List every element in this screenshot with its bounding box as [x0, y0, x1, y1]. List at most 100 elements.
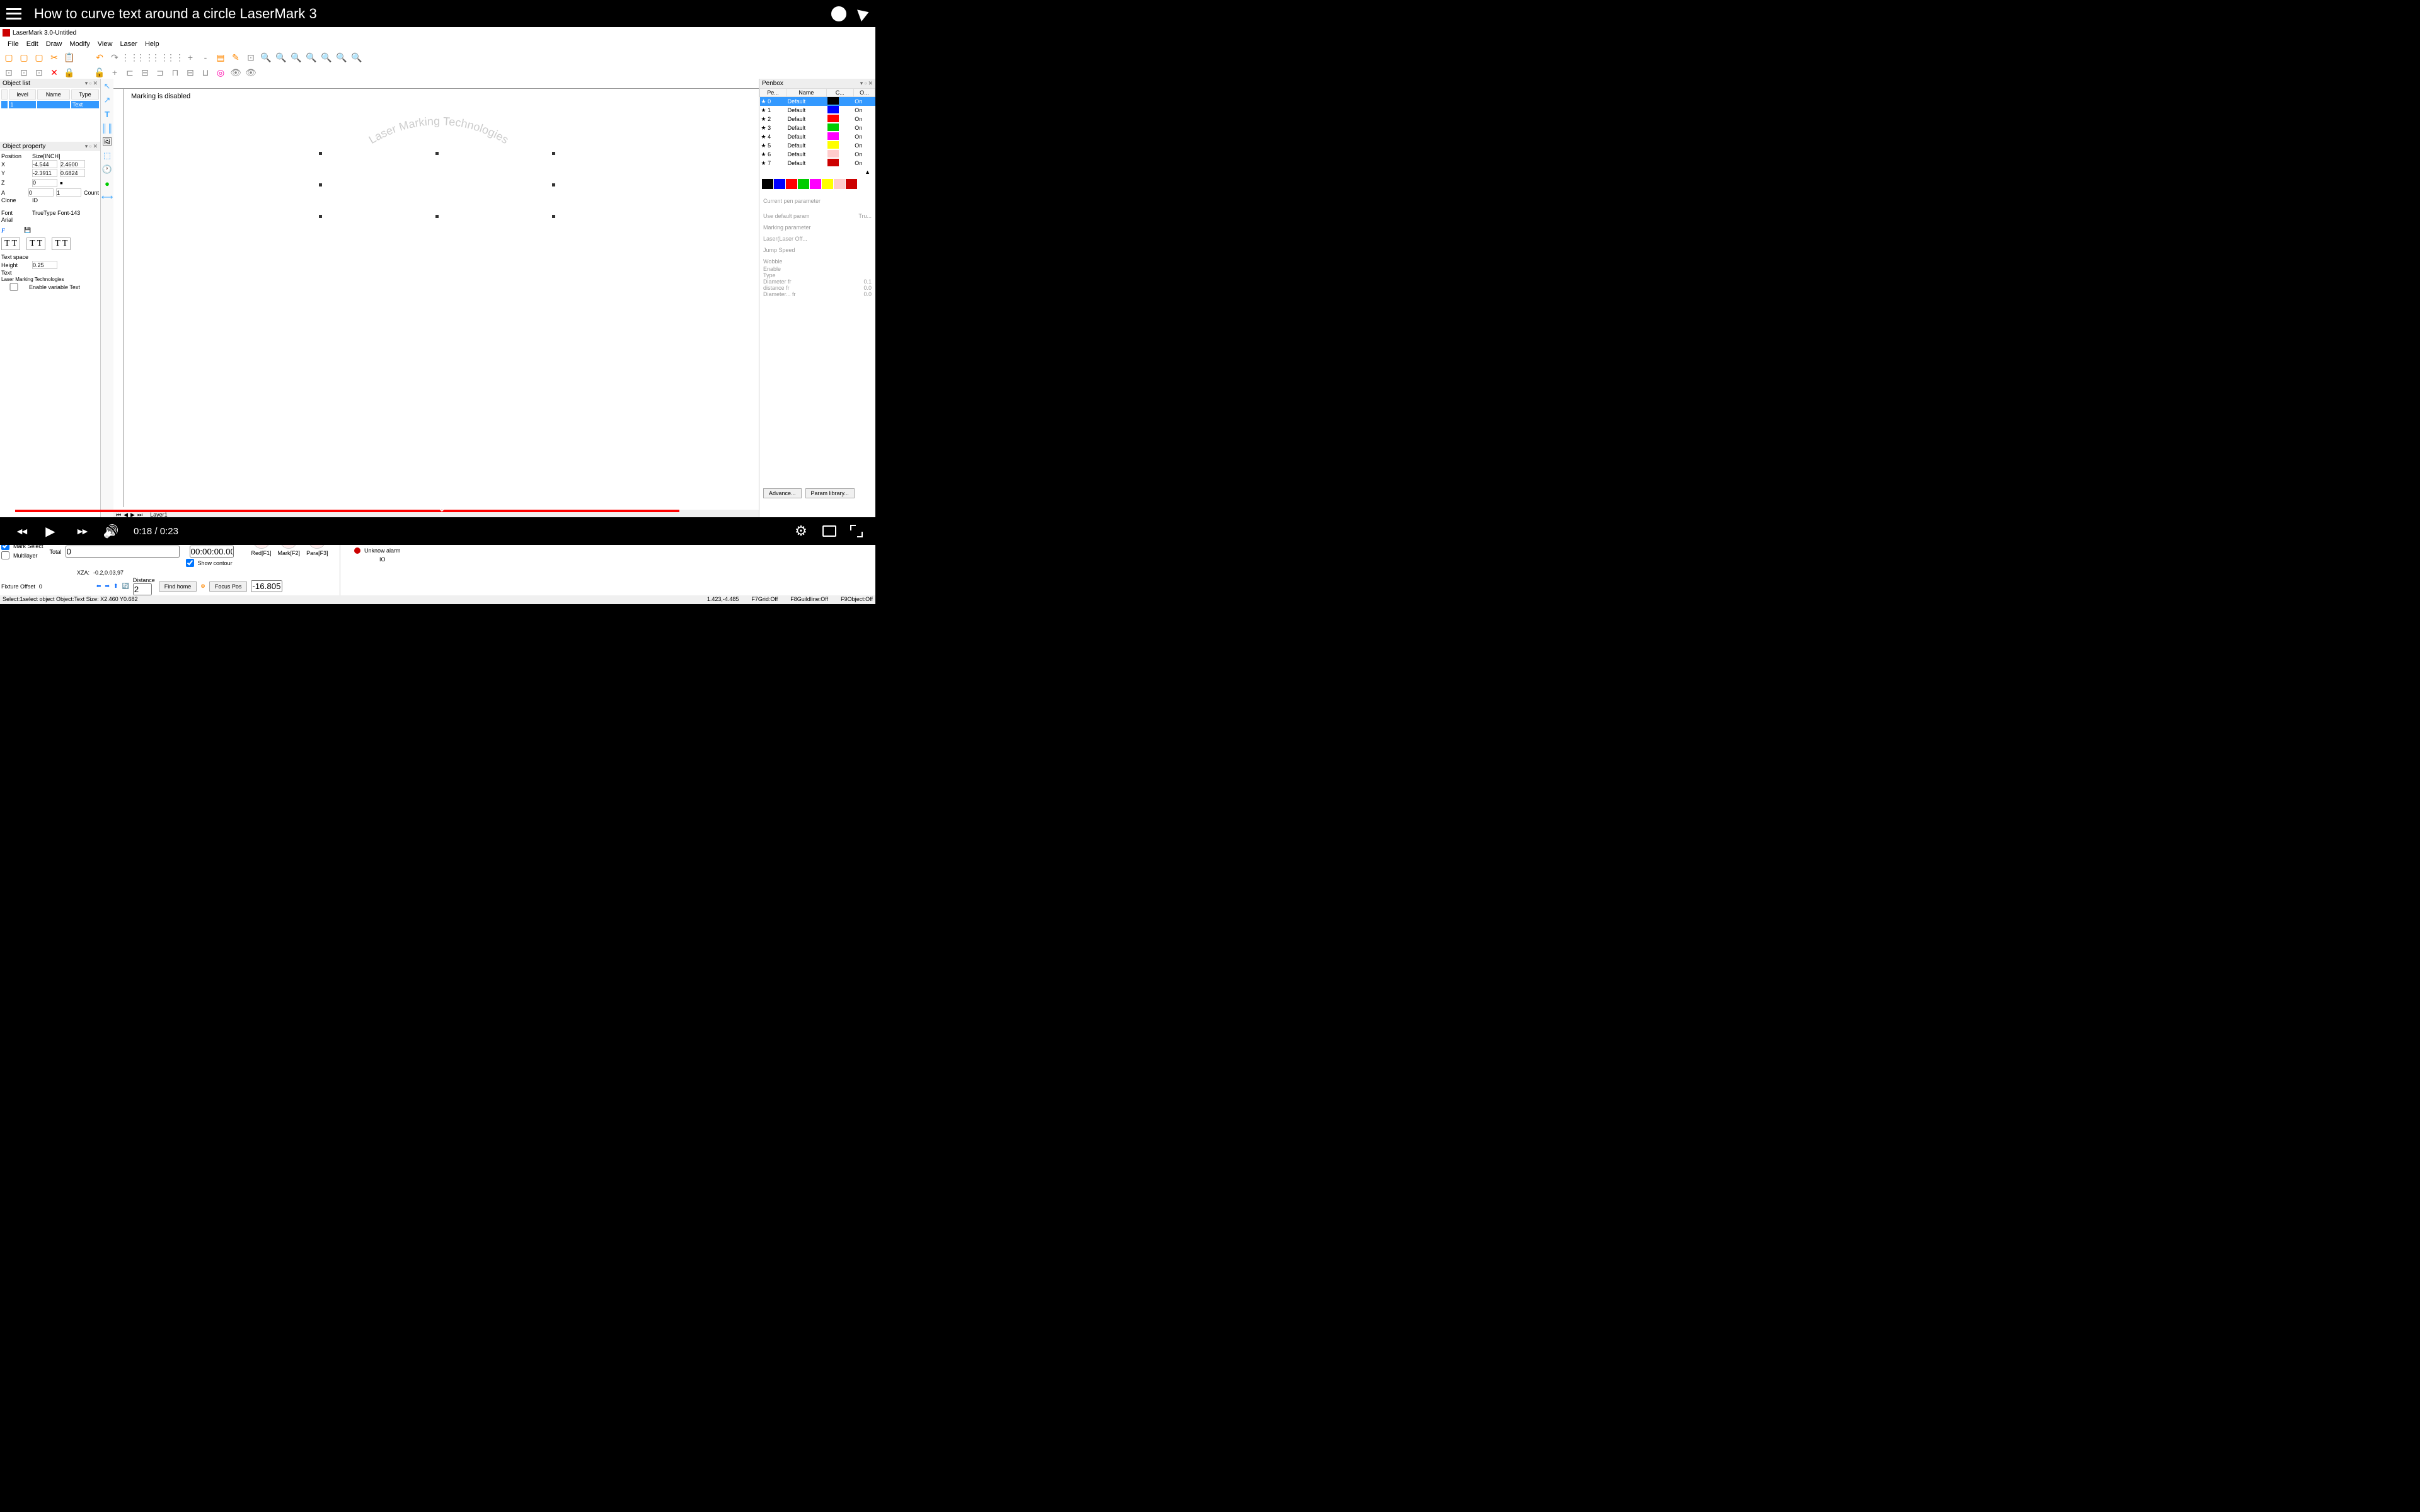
advance-button[interactable]: Advance...	[763, 488, 802, 498]
text-value[interactable]: Laser Marking Technologies	[1, 277, 64, 282]
zoom-fit-icon[interactable]: 🔍	[305, 51, 318, 64]
color-swatch[interactable]	[774, 179, 785, 189]
snap3-icon[interactable]: ⊡	[33, 66, 45, 79]
node-icon[interactable]: ↗	[102, 95, 112, 105]
panel-controls[interactable]: ▾ ▫ ✕	[860, 80, 873, 87]
curved-text-object[interactable]: Laser Marking Technologies	[319, 127, 558, 204]
total-input[interactable]	[66, 546, 180, 558]
size-x[interactable]	[60, 160, 85, 168]
snap2-icon[interactable]: ⊡	[18, 66, 30, 79]
tool-img[interactable]: 🖼	[102, 137, 112, 147]
panel-controls[interactable]: ▾ ▫ ✕	[85, 143, 98, 150]
menu-file[interactable]: File	[8, 40, 19, 48]
center-icon[interactable]: ◎	[214, 66, 227, 79]
color-swatch[interactable]	[798, 179, 809, 189]
lock-icon[interactable]: 🔒	[63, 66, 76, 79]
pen-row[interactable]: ★ 3DefaultOn	[760, 123, 875, 132]
new-icon[interactable]: ▢	[3, 51, 15, 64]
redo-icon[interactable]: ↷	[108, 51, 121, 64]
hatch2-icon[interactable]: ✎	[229, 51, 242, 64]
pos-y[interactable]	[32, 169, 57, 177]
zoom-in-icon[interactable]: 🔍	[275, 51, 287, 64]
param-lib-button[interactable]: Param library...	[805, 488, 855, 498]
color-swatch[interactable]	[834, 179, 845, 189]
settings-icon[interactable]	[793, 524, 809, 539]
add-icon[interactable]: +	[184, 51, 197, 64]
zoom-icon[interactable]: 🔍	[260, 51, 272, 64]
hatch-icon[interactable]: ▤	[214, 51, 227, 64]
zoom-prev-icon[interactable]: 🔍	[350, 51, 363, 64]
volume-button[interactable]	[103, 524, 118, 539]
tool-bar[interactable]: ║║	[102, 123, 112, 133]
remove-icon[interactable]: -	[199, 51, 212, 64]
pen-row[interactable]: ★ 4DefaultOn	[760, 132, 875, 141]
unlock-icon[interactable]: 🔓	[93, 66, 106, 79]
pen-row[interactable]: ★ 1DefaultOn	[760, 106, 875, 115]
height-input[interactable]	[32, 261, 57, 269]
place-icon[interactable]: ⊡	[245, 51, 257, 64]
color-swatch[interactable]	[846, 179, 857, 189]
refresh-icon[interactable]: 🔄	[122, 583, 129, 590]
pos-a[interactable]	[28, 188, 54, 197]
zoom-out-icon[interactable]: 🔍	[290, 51, 302, 64]
zoom-sel-icon[interactable]: 🔍	[320, 51, 333, 64]
tool-dot[interactable]: ●	[102, 178, 112, 188]
focus-val[interactable]	[251, 580, 282, 592]
color-swatch[interactable]	[810, 179, 821, 189]
save-icon[interactable]: ▢	[33, 51, 45, 64]
align-c-icon[interactable]: ⊟	[139, 66, 151, 79]
pen-row[interactable]: ★ 5DefaultOn	[760, 141, 875, 150]
next-button[interactable]	[73, 524, 88, 539]
pos-x[interactable]	[32, 160, 57, 168]
target-icon[interactable]: ⊕	[200, 583, 205, 590]
eye-icon[interactable]: 👁	[229, 66, 242, 79]
cast-icon[interactable]	[822, 525, 836, 537]
arrow-left-icon[interactable]: ⬅	[96, 583, 101, 590]
menu-modify[interactable]: Modify	[69, 40, 89, 48]
tool-t[interactable]: T	[102, 109, 112, 119]
origin-icon[interactable]: +	[108, 66, 121, 79]
menu-draw[interactable]: Draw	[46, 40, 62, 48]
play-button[interactable]	[43, 524, 58, 539]
menu-help[interactable]: Help	[145, 40, 159, 48]
pointer-icon[interactable]: ↖	[102, 81, 112, 91]
menu-laser[interactable]: Laser	[120, 40, 137, 48]
chevron-down-icon[interactable]: ⌄	[438, 502, 446, 515]
panel-controls[interactable]: ▾ ▫ ✕	[85, 80, 98, 87]
kern-2[interactable]: T T	[26, 238, 45, 250]
focus-pos-button[interactable]: Focus Pos	[209, 581, 248, 592]
color-swatch[interactable]	[762, 179, 773, 189]
open-icon[interactable]: ▢	[18, 51, 30, 64]
cut-icon[interactable]: ✂	[48, 51, 60, 64]
distance-input[interactable]	[133, 583, 152, 595]
t-time[interactable]	[190, 546, 234, 558]
share-icon[interactable]	[857, 6, 871, 21]
watch-later-icon[interactable]	[831, 6, 846, 21]
snap1-icon[interactable]: ⊡	[3, 66, 15, 79]
grid3-icon[interactable]: ⋮⋮	[154, 51, 166, 64]
pen-row[interactable]: ★ 6DefaultOn	[760, 150, 875, 159]
align-t-icon[interactable]: ⊓	[169, 66, 182, 79]
kern-1[interactable]: T T	[1, 238, 20, 250]
arrow-right-icon[interactable]: ➡	[105, 583, 110, 590]
enable-var-check[interactable]	[1, 283, 26, 291]
pos-z[interactable]	[32, 179, 57, 187]
font-style-icon[interactable]: F	[1, 227, 5, 234]
align-l-icon[interactable]: ⊏	[124, 66, 136, 79]
size-y[interactable]	[60, 169, 85, 177]
tool-vec[interactable]: ⬚	[102, 151, 112, 161]
multilayer-check[interactable]	[1, 551, 9, 559]
menu-view[interactable]: View	[98, 40, 113, 48]
del-icon[interactable]: ✕	[48, 66, 60, 79]
expand-pens[interactable]: ▲	[759, 168, 875, 176]
color-swatch[interactable]	[822, 179, 833, 189]
canvas[interactable]: Marking is disabled Laser Marking Techno…	[113, 79, 759, 520]
fullscreen-icon[interactable]	[850, 525, 863, 537]
find-home-button[interactable]: Find home	[159, 581, 197, 592]
menu-icon[interactable]	[6, 8, 21, 20]
tool-clock[interactable]: 🕐	[102, 164, 112, 175]
paste-icon[interactable]: 📋	[63, 51, 76, 64]
save-font-icon[interactable]: 💾	[24, 227, 31, 234]
arrow-up-icon[interactable]: ⬆	[113, 583, 118, 590]
grid4-icon[interactable]: ⋮⋮	[169, 51, 182, 64]
